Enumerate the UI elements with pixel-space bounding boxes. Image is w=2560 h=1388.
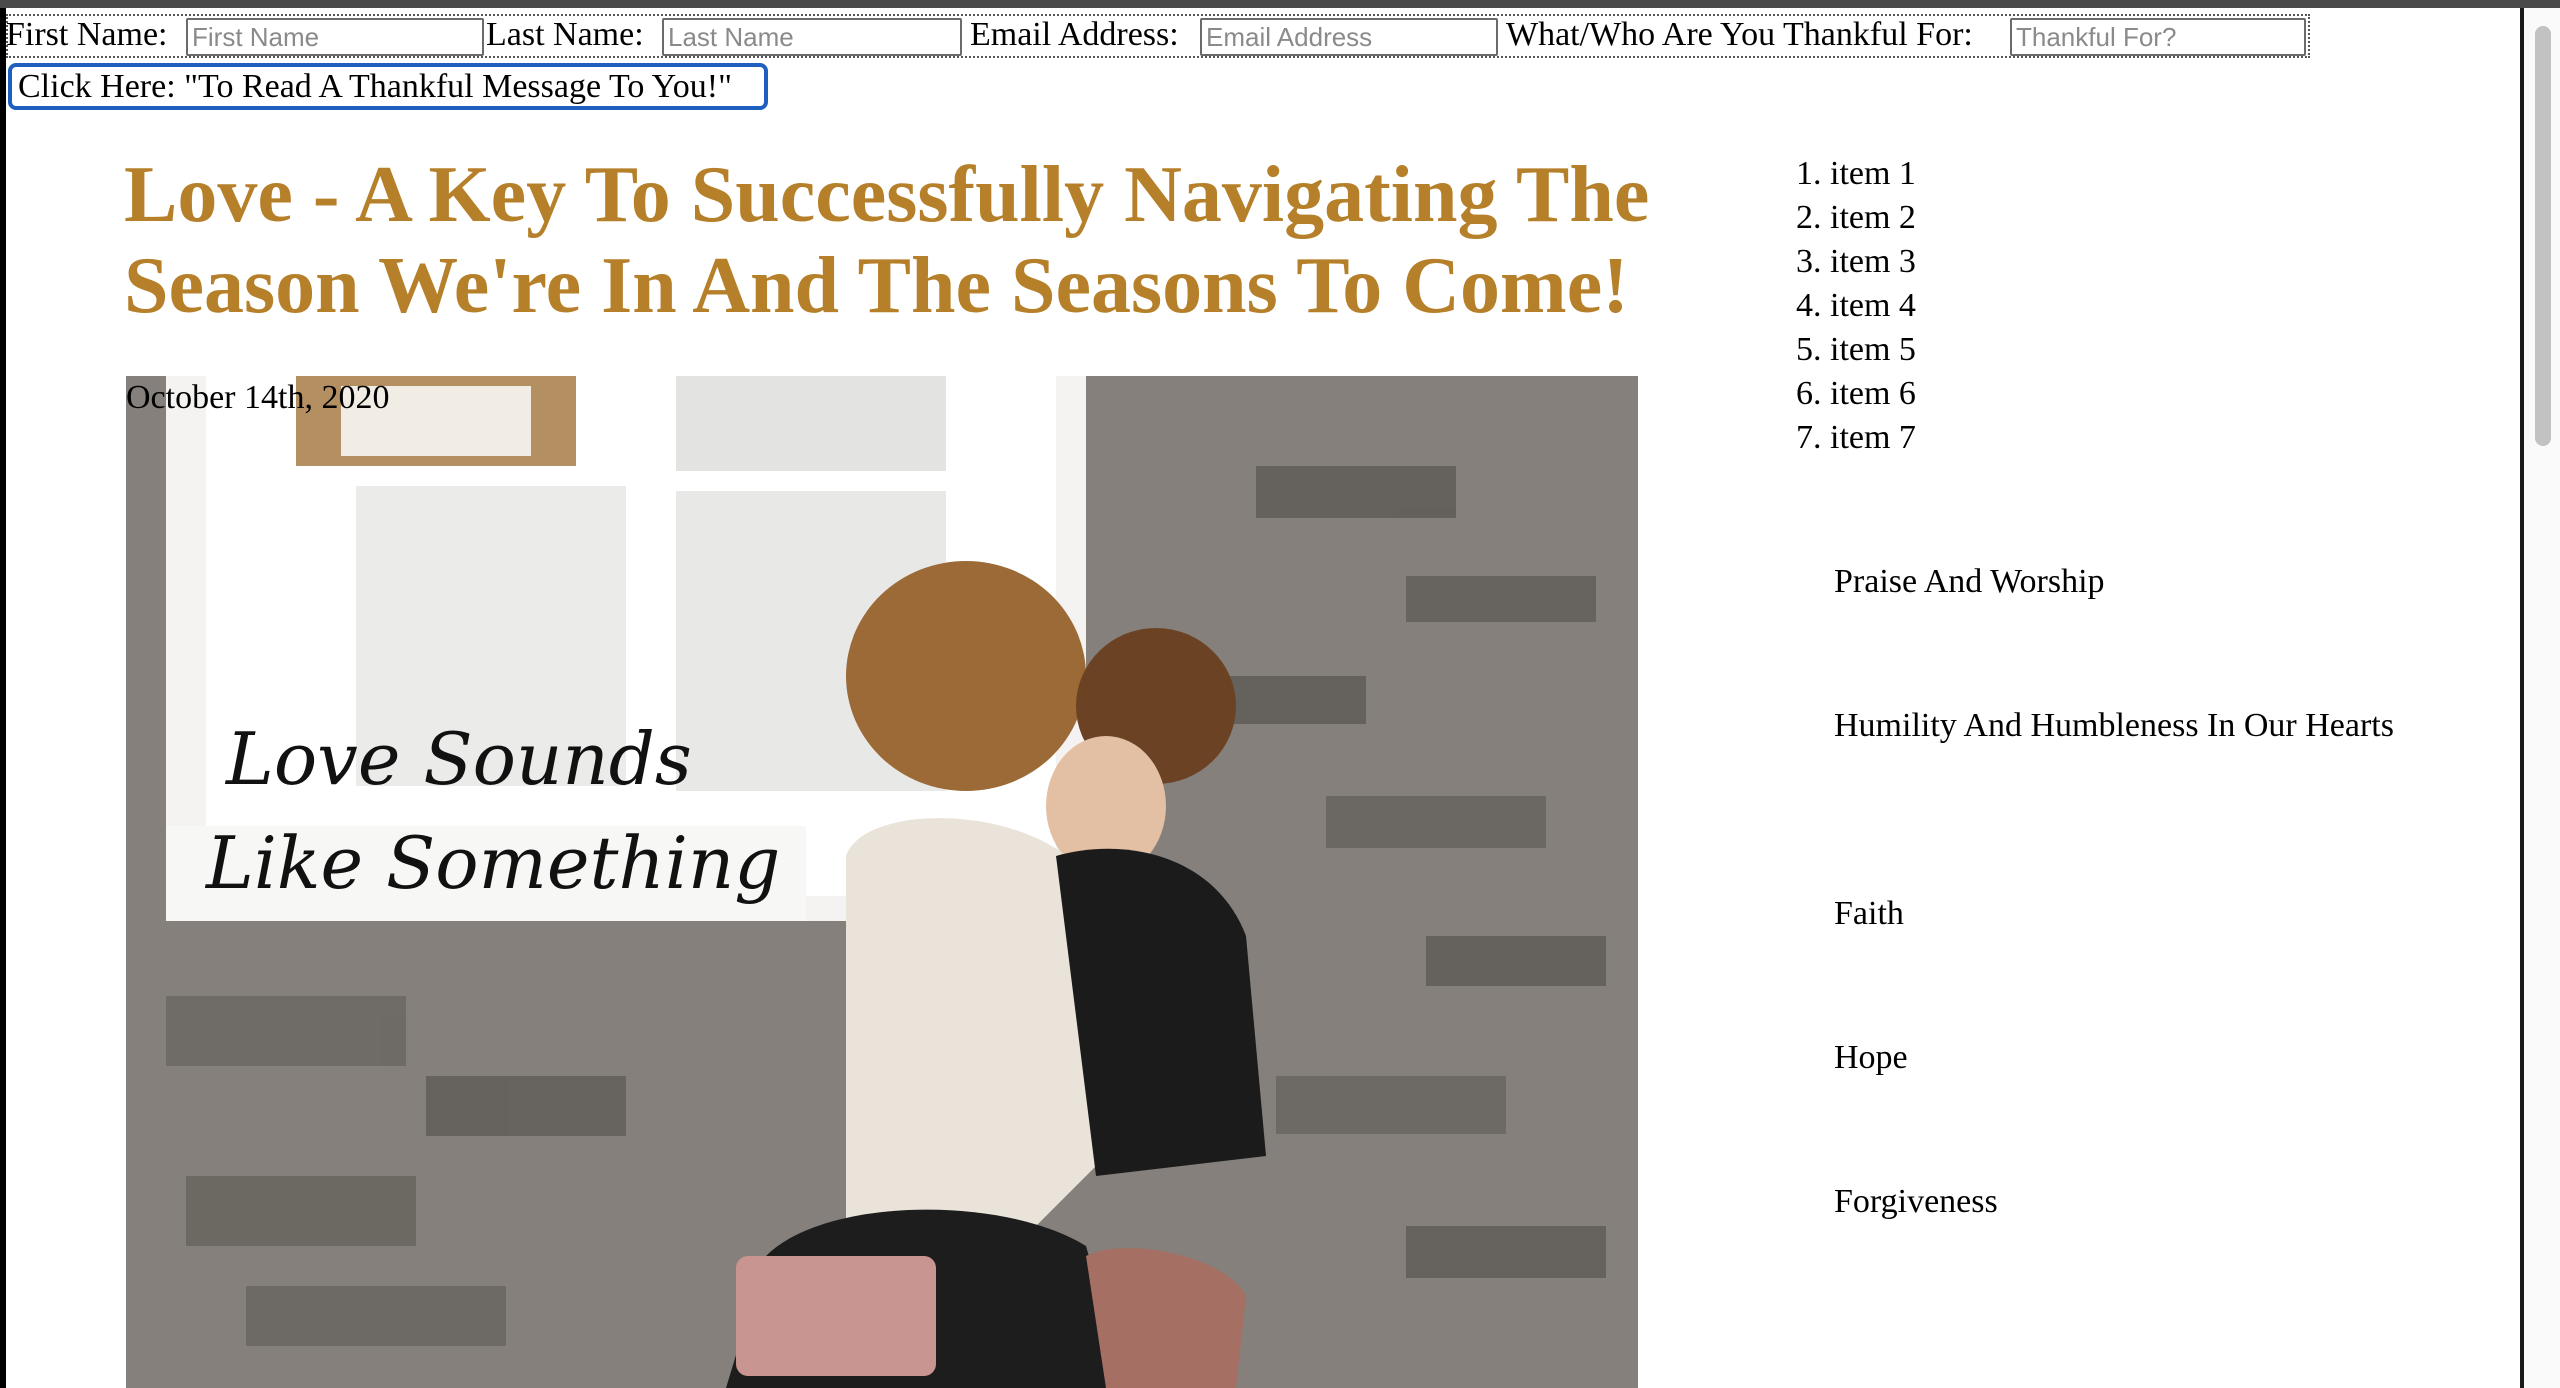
list-item: 3. item 3 [1796,243,1916,280]
email-input[interactable]: Email Address [1200,18,1498,56]
first-name-input[interactable]: First Name [186,18,484,56]
image-overlay-line1: Love Sounds [224,717,692,801]
article-photo-illustration: Love Sounds Like Something [126,376,1638,1388]
sidebar-link-forgiveness[interactable]: Forgiveness [1834,1180,2394,1224]
last-name-input[interactable]: Last Name [662,18,962,56]
sidebar-link-praise-and-worship[interactable]: Praise And Worship [1834,560,2394,604]
read-thankful-message-button[interactable]: Click Here: "To Read A Thankful Message … [8,63,768,110]
list-item: 2. item 2 [1796,199,1916,236]
list-item: 6. item 6 [1796,375,1916,412]
sidebar-link-faith[interactable]: Faith [1834,892,2394,936]
last-name-label: Last Name: [486,16,644,53]
article-date: October 14th, 2020 [126,379,390,416]
article-title: Love - A Key To Successfully Navigating … [124,151,1650,330]
first-name-label: First Name: [6,16,168,53]
scrollbar-thumb[interactable] [2535,26,2551,446]
list-item: 7. item 7 [1796,419,1916,456]
page-left-border [0,8,6,1388]
browser-top-bar [0,0,2560,8]
thankful-label: What/Who Are You Thankful For: [1506,16,1973,53]
email-label: Email Address: [970,16,1179,53]
image-overlay-line2: Like Something [204,821,780,905]
list-item: 4. item 4 [1796,287,1916,324]
article-image: Love Sounds Like Something [126,376,1638,1388]
thankful-input[interactable]: Thankful For? [2010,18,2306,56]
list-item: 5. item 5 [1796,331,1916,368]
sidebar-link-humility[interactable]: Humility And Humbleness In Our Hearts [1834,704,2394,748]
sidebar-link-hope[interactable]: Hope [1834,1036,2394,1080]
sidebar-numbered-list: 1. item 1 2. item 2 3. item 3 4. item 4 … [1796,152,1916,460]
list-item: 1. item 1 [1796,155,1916,192]
